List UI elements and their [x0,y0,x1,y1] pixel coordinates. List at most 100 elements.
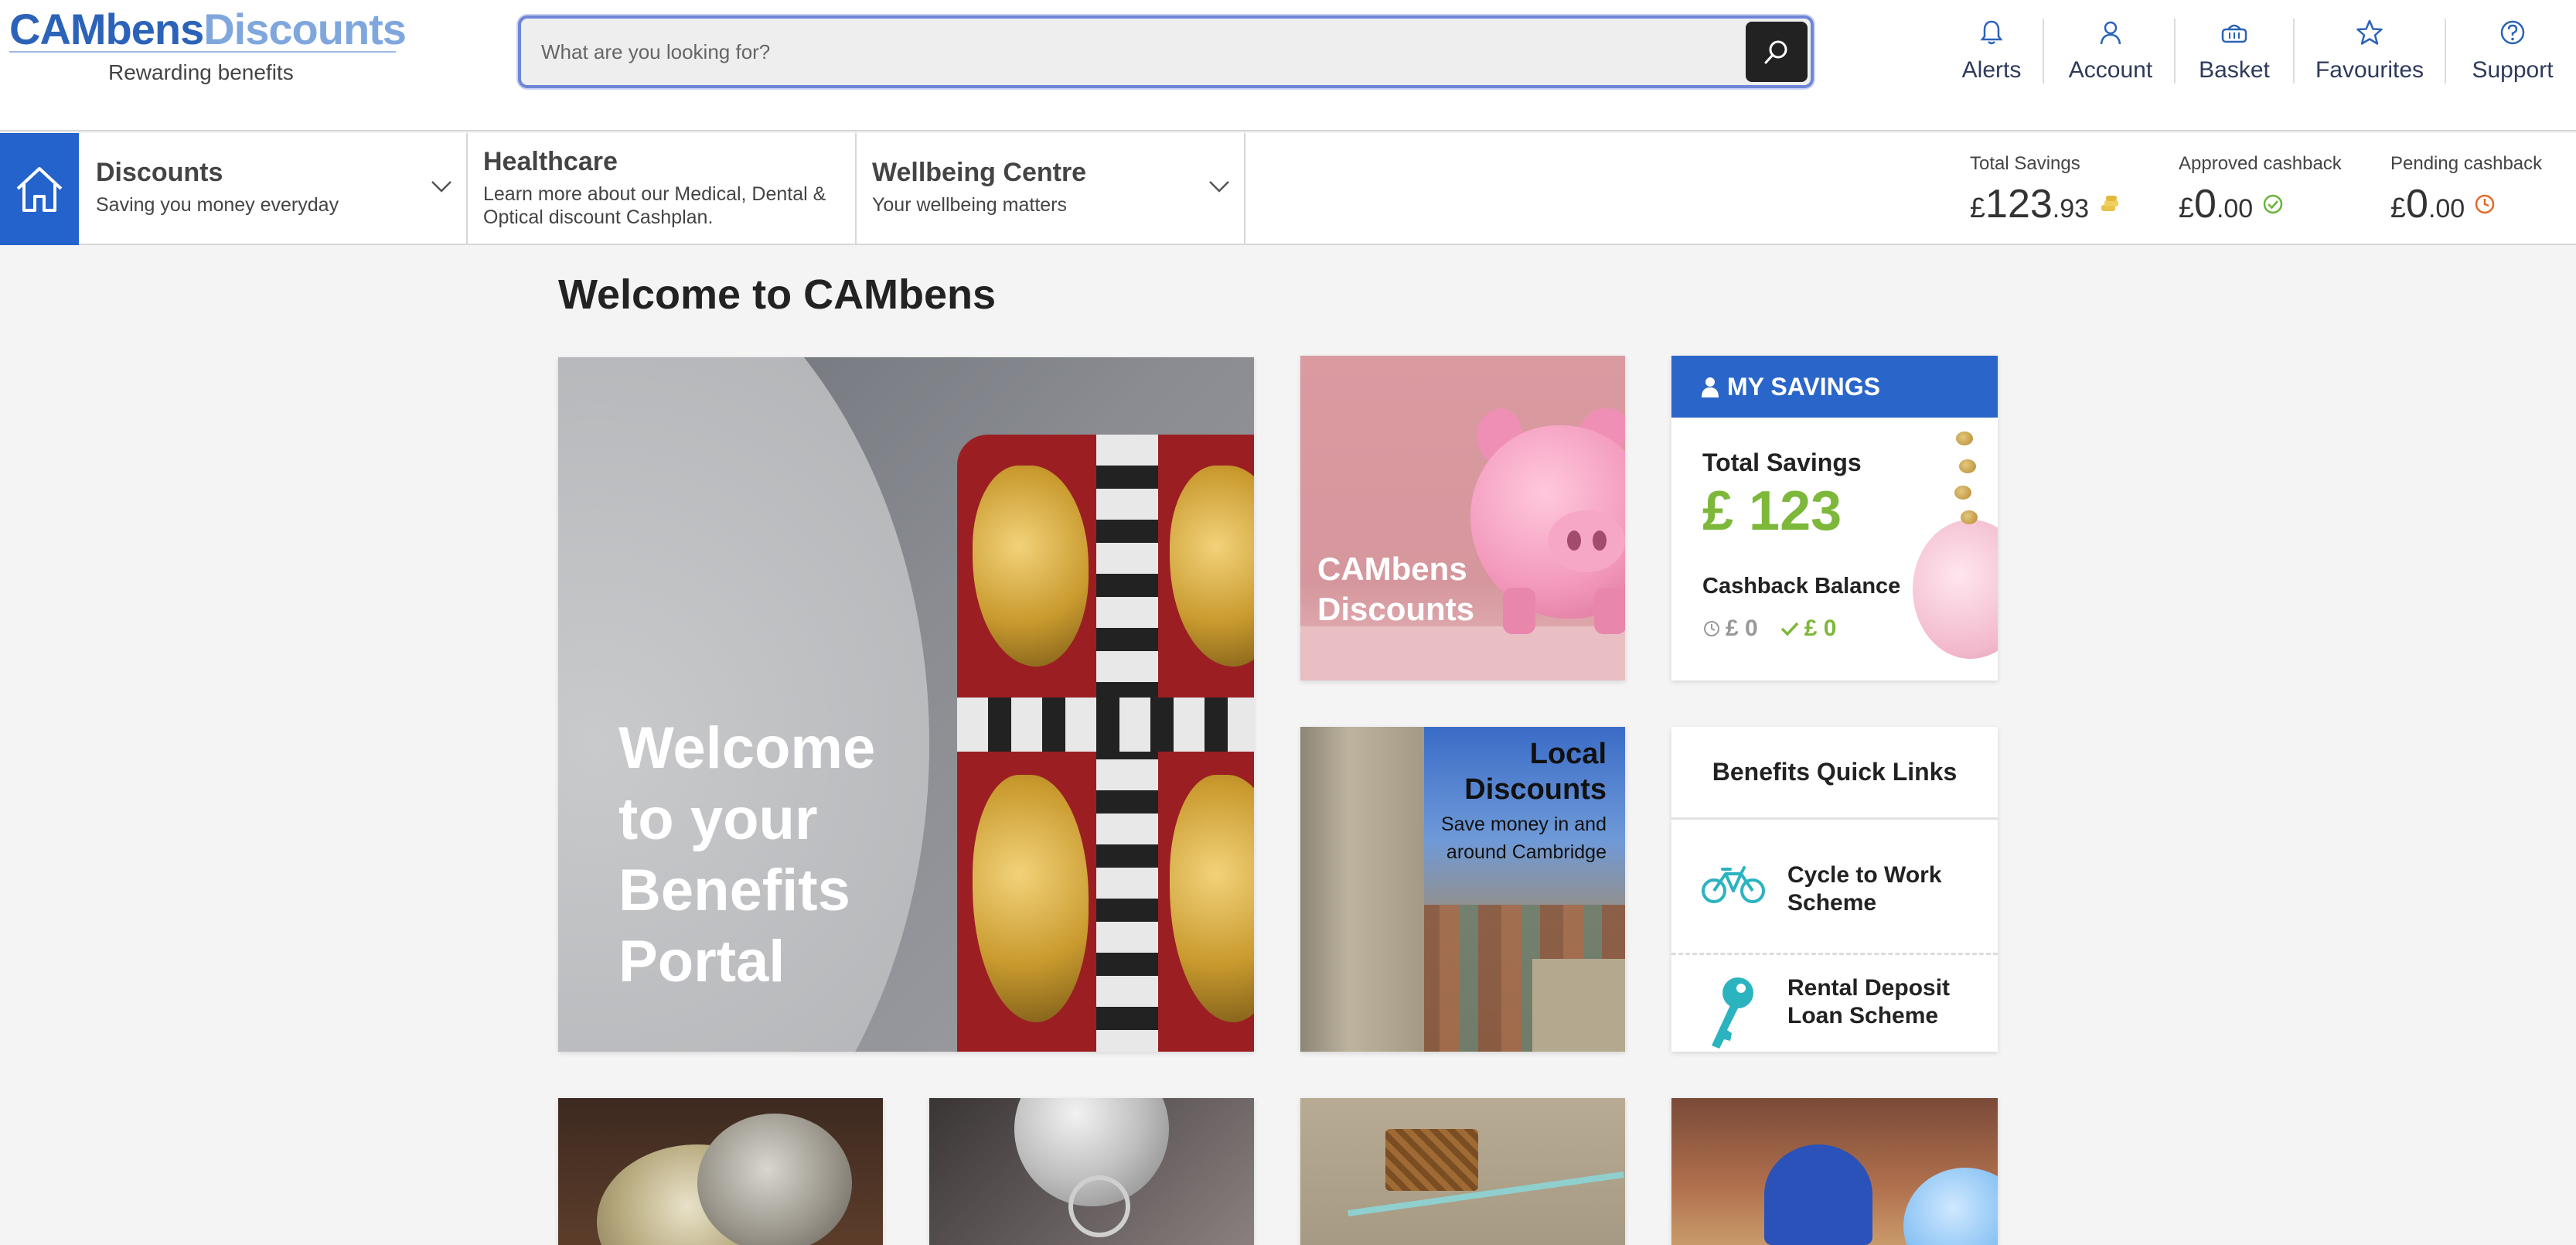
logo-part-2: Discounts [203,5,407,53]
stat-pending-cashback-decimal: .00 [2428,194,2465,223]
chevron-down-icon [431,181,451,193]
user-icon [2095,17,2126,48]
stat-total-savings-decimal: .93 [2052,194,2090,223]
cashback-approved-value: £ 0 [1804,616,1837,641]
my-savings-card[interactable]: MY SAVINGS Total Savings £ 123 Cashback … [1671,356,1998,680]
home-button[interactable] [0,133,79,245]
search-input[interactable] [521,19,1743,85]
main-menu: Discounts Saving you money everyday Heal… [0,133,2576,245]
menu-wellbeing-title: Wellbeing Centre [872,158,1087,187]
local-discounts-title-line1: Local [1529,738,1607,770]
stat-total-savings[interactable]: Total Savings £ 123 .93 [1970,153,2120,227]
discounts-card-title: CAMbens Discounts [1317,549,1474,629]
stat-total-savings-label: Total Savings [1970,153,2080,174]
quick-links-divider [1671,953,1998,955]
chevron-down-icon [1209,181,1229,193]
cashback-balance-label: Cashback Balance [1702,574,1901,599]
nav-basket[interactable]: Basket [2196,17,2273,94]
star-icon [2354,17,2385,48]
clock-icon [2475,194,2495,214]
local-discounts-subtitle-line1: Save money in and [1440,814,1607,835]
hero-text: Welcome to your Benefits Portal [618,715,876,994]
cashback-pending-value: £ 0 [1726,616,1758,641]
promo-card-bicycle[interactable] [1300,1098,1625,1245]
quick-links-title: Benefits Quick Links [1671,727,1998,820]
menu-healthcare-subtitle: Learn more about our Medical, Dental & O… [483,183,826,228]
my-savings-title: MY SAVINGS [1727,372,1880,401]
currency-symbol: £ [2179,192,2195,223]
site-header: CAMbensDiscounts Rewarding benefits Aler… [0,0,2576,131]
page-title: Welcome to CAMbens [558,271,997,318]
menu-discounts[interactable]: Discounts Saving you money everyday [79,133,468,245]
logo-underline [9,51,396,53]
discounts-card[interactable]: CAMbens Discounts [1300,356,1625,680]
stat-pending-cashback-label: Pending cashback [2390,153,2543,174]
quick-link-cycle-line1: Cycle to Work [1787,862,1942,888]
nav-divider [2293,19,2295,84]
discounts-card-title-line1: CAMbens [1317,551,1467,587]
stat-pending-cashback[interactable]: Pending cashback £ 0 .00 [2390,153,2542,227]
nav-alerts[interactable]: Alerts [1961,17,2022,94]
menu-healthcare[interactable]: Healthcare Learn more about our Medical,… [468,133,857,245]
quick-link-cycle-line2: Scheme [1787,890,1877,916]
clock-icon [1704,621,1719,636]
my-savings-header: MY SAVINGS [1671,356,1998,418]
total-savings-value: £ 123 [1702,480,1842,542]
menu-wellbeing[interactable]: Wellbeing Centre Your wellbeing matters [857,133,1245,245]
key-icon [1712,977,1753,1049]
menu-discounts-title: Discounts [96,158,223,187]
stat-approved-cashback[interactable]: Approved cashback £ 0 .00 [2179,153,2342,227]
stat-approved-cashback-whole: 0 [2194,182,2217,227]
piggy-bank-image [1913,520,1998,659]
currency-symbol: £ [1970,192,1986,223]
nav-divider [2445,19,2446,84]
search-bar [518,15,1814,88]
menu-discounts-subtitle: Saving you money everyday [96,194,339,216]
quick-link-cycle-to-work[interactable]: Cycle to Work Scheme [1671,820,1998,953]
nav-favourites-label: Favourites [2315,57,2424,83]
stat-approved-cashback-label: Approved cashback [2179,153,2342,174]
menu-healthcare-title: Healthcare [483,147,618,176]
nav-divider [2043,19,2044,84]
total-savings-label: Total Savings [1702,449,1862,476]
quick-link-rental-line1: Rental Deposit [1787,975,1951,1001]
logo[interactable]: CAMbensDiscounts [9,5,407,53]
person-icon [1702,377,1719,397]
stat-total-savings-whole: 123 [1985,182,2053,227]
coin-image [1956,431,1973,445]
local-discounts-card[interactable]: Local Discounts Save money in and around… [1300,727,1625,1052]
quick-links-card: Benefits Quick Links Cycle to Work Schem… [1671,727,1998,1052]
child-image [1764,1144,1872,1245]
promo-card-coins[interactable] [558,1098,883,1245]
hero-banner[interactable]: Welcome to your Benefits Portal [558,357,1254,1052]
nav-favourites[interactable]: Favourites [2312,17,2428,94]
stat-approved-cashback-decimal: .00 [2216,194,2254,223]
home-icon [16,166,63,212]
search-button[interactable] [1746,22,1808,82]
tagline: Rewarding benefits [108,60,294,84]
nav-support-label: Support [2472,57,2554,83]
promo-card-keys[interactable] [929,1098,1254,1245]
search-icon [1764,40,1787,64]
local-discounts-subtitle: Save money in and around Cambridge [1441,810,1607,866]
nav-support[interactable]: Support [2466,17,2559,94]
nav-account[interactable]: Account [2064,17,2157,94]
nav-account-label: Account [2068,57,2153,83]
local-discounts-title-line2: Discounts [1464,773,1607,806]
discounts-card-title-line2: Discounts [1317,591,1475,627]
nav-divider [2174,19,2176,84]
local-discounts-subtitle-line2: around Cambridge [1446,841,1607,863]
bell-icon [1976,17,2007,48]
basket-icon [2219,17,2250,48]
promo-card-family[interactable] [1671,1098,1998,1245]
nav-basket-label: Basket [2199,57,2270,83]
quick-link-rental-deposit[interactable]: Rental Deposit Loan Scheme [1671,956,1998,1052]
local-discounts-title: Local Discounts [1464,736,1607,807]
bicycle-icon [1702,866,1765,903]
currency-symbol: £ [2390,192,2407,223]
cashback-balance-row: £ 0 £ 0 [1702,616,1836,642]
quick-link-rental-line2: Loan Scheme [1787,1003,1939,1028]
menu-wellbeing-subtitle: Your wellbeing matters [872,194,1067,216]
stat-pending-cashback-whole: 0 [2406,182,2428,227]
check-icon [1780,622,1799,636]
